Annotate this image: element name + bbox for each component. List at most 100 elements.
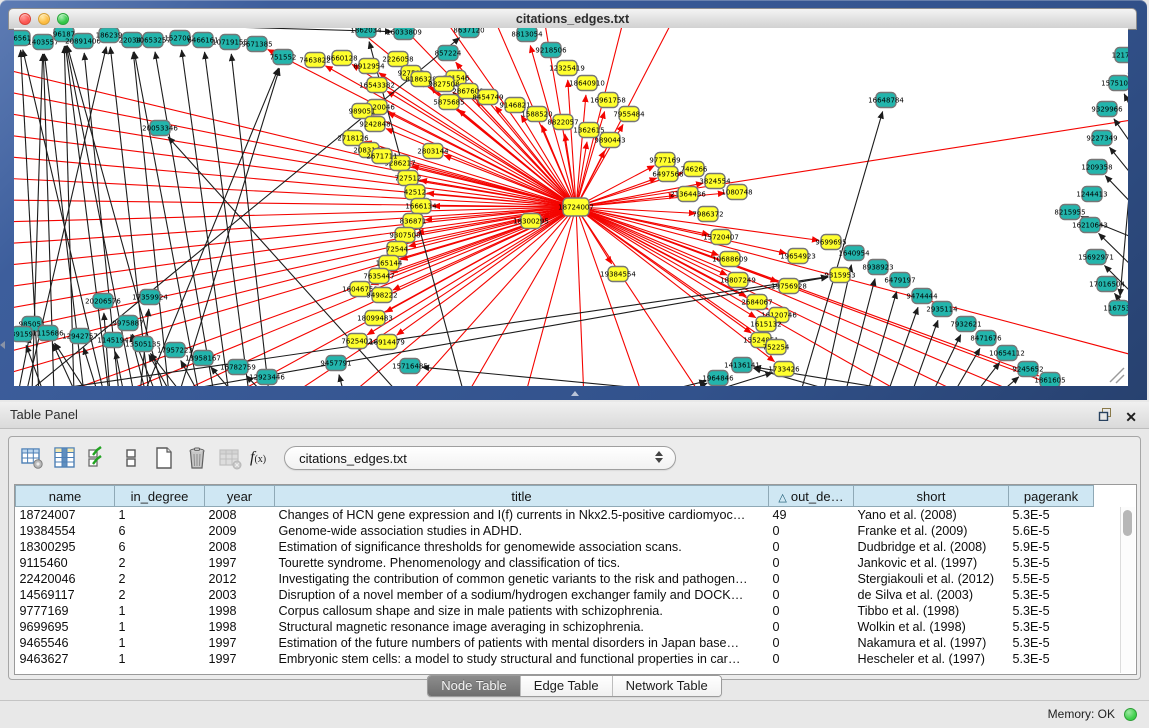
table-cell[interactable]: Estimation of significance thresholds fo… xyxy=(275,539,769,555)
table-cell[interactable]: 0 xyxy=(769,555,854,571)
table-cell[interactable]: 9115460 xyxy=(16,555,115,571)
resize-grip-icon[interactable] xyxy=(1110,368,1124,383)
table-scrollbar-thumb[interactable] xyxy=(1123,510,1132,536)
table-row[interactable]: 1830029562008Estimation of significance … xyxy=(16,539,1094,555)
table-cell[interactable]: 2008 xyxy=(205,539,275,555)
table-cell[interactable]: 9465546 xyxy=(16,635,115,651)
table-cell[interactable]: 2 xyxy=(115,571,205,587)
network-window-titlebar[interactable]: citations_edges.txt xyxy=(8,8,1137,30)
table-selector-dropdown[interactable]: citations_edges.txt xyxy=(284,446,676,470)
table-cell[interactable]: 0 xyxy=(769,523,854,539)
table-cell[interactable]: 1 xyxy=(115,651,205,667)
table-cell[interactable]: 14569117 xyxy=(16,587,115,603)
new-table-icon[interactable] xyxy=(151,445,177,471)
table-cell[interactable]: 1998 xyxy=(205,619,275,635)
table-scrollbar[interactable] xyxy=(1120,507,1135,673)
table-cell[interactable]: 0 xyxy=(769,571,854,587)
table-cell[interactable]: Genome-wide association studies in ADHD. xyxy=(275,523,769,539)
table-cell[interactable]: 19384554 xyxy=(16,523,115,539)
table-row[interactable]: 1938455462009Genome-wide association stu… xyxy=(16,523,1094,539)
table-row[interactable]: 911546021997Tourette syndrome. Phenomeno… xyxy=(16,555,1094,571)
table-cell[interactable]: 2008 xyxy=(205,507,275,523)
table-cell[interactable]: 0 xyxy=(769,587,854,603)
table-cell[interactable]: Hescheler et al. (1997) xyxy=(854,651,1009,667)
table-cell[interactable]: Yano et al. (2008) xyxy=(854,507,1009,523)
column-header-year[interactable]: year xyxy=(205,486,275,507)
tab-node-table[interactable]: Node Table xyxy=(428,676,521,696)
table-cell[interactable]: de Silva et al. (2003) xyxy=(854,587,1009,603)
table-cell[interactable]: 5.3E-5 xyxy=(1009,507,1094,523)
column-visibility-icon[interactable] xyxy=(52,445,78,471)
table-row[interactable]: 2242004622012Investigating the contribut… xyxy=(16,571,1094,587)
table-cell[interactable]: 1997 xyxy=(205,635,275,651)
table-cell[interactable]: 1997 xyxy=(205,555,275,571)
table-cell[interactable]: Jankovic et al. (1997) xyxy=(854,555,1009,571)
tab-edge-table[interactable]: Edge Table xyxy=(521,676,613,696)
table-cell[interactable]: 5.6E-5 xyxy=(1009,523,1094,539)
table-cell[interactable]: 5.3E-5 xyxy=(1009,635,1094,651)
table-cell[interactable]: 6 xyxy=(115,523,205,539)
table-cell[interactable]: 2009 xyxy=(205,523,275,539)
table-cell[interactable]: 2 xyxy=(115,587,205,603)
table-cell[interactable]: 0 xyxy=(769,635,854,651)
row-stack-icon[interactable] xyxy=(118,445,144,471)
table-cell[interactable]: 49 xyxy=(769,507,854,523)
table-row[interactable]: 946362711997Embryonic stem cells: a mode… xyxy=(16,651,1094,667)
table-cell[interactable]: 0 xyxy=(769,651,854,667)
delete-rows-trash-icon[interactable] xyxy=(184,445,210,471)
table-cell[interactable]: Structural magnetic resonance image aver… xyxy=(275,619,769,635)
column-header-short[interactable]: short xyxy=(854,486,1009,507)
table-cell[interactable]: 6 xyxy=(115,539,205,555)
table-cell[interactable]: 2012 xyxy=(205,571,275,587)
column-header-name[interactable]: name xyxy=(16,486,115,507)
table-cell[interactable]: Nakamura et al. (1997) xyxy=(854,635,1009,651)
table-cell[interactable]: 1 xyxy=(115,619,205,635)
close-panel-icon[interactable]: ✕ xyxy=(1125,409,1137,425)
table-cell[interactable]: 1997 xyxy=(205,651,275,667)
table-cell[interactable]: 18724007 xyxy=(16,507,115,523)
table-cell[interactable]: 9777169 xyxy=(16,603,115,619)
table-cell[interactable]: 1998 xyxy=(205,603,275,619)
table-settings-icon[interactable] xyxy=(19,445,45,471)
table-cell[interactable]: 9699695 xyxy=(16,619,115,635)
table-cell[interactable]: 18300295 xyxy=(16,539,115,555)
table-cell[interactable]: 2 xyxy=(115,555,205,571)
table-cell[interactable]: Investigating the contribution of common… xyxy=(275,571,769,587)
table-cell[interactable]: Tourette syndrome. Phenomenology and cla… xyxy=(275,555,769,571)
table-row[interactable]: 1872400712008Changes of HCN gene express… xyxy=(16,507,1094,523)
table-cell[interactable]: 0 xyxy=(769,619,854,635)
column-header-out_de[interactable]: △out_de… xyxy=(769,486,854,507)
splitter-handle-icon[interactable] xyxy=(571,391,579,396)
table-cell[interactable]: Franke et al. (2009) xyxy=(854,523,1009,539)
table-cell[interactable]: 5.3E-5 xyxy=(1009,619,1094,635)
network-canvas[interactable]: 1872400718300295193845549777169649756874… xyxy=(14,28,1128,386)
select-rows-icon[interactable] xyxy=(85,445,111,471)
table-row[interactable]: 1456911722003Disruption of a novel membe… xyxy=(16,587,1094,603)
table-row[interactable]: 977716911998Corpus callosum shape and si… xyxy=(16,603,1094,619)
column-header-pagerank[interactable]: pagerank xyxy=(1009,486,1094,507)
table-cell[interactable]: Dudbridge et al. (2008) xyxy=(854,539,1009,555)
table-cell[interactable]: Embryonic stem cells: a model to study s… xyxy=(275,651,769,667)
table-cell[interactable]: Tibbo et al. (1998) xyxy=(854,603,1009,619)
table-cell[interactable]: 22420046 xyxy=(16,571,115,587)
panel-collapse-arrow-icon[interactable] xyxy=(0,341,5,349)
column-header-title[interactable]: title xyxy=(275,486,769,507)
table-cell[interactable]: Estimation of the future numbers of pati… xyxy=(275,635,769,651)
table-cell[interactable]: 2003 xyxy=(205,587,275,603)
table-cell[interactable]: 1 xyxy=(115,603,205,619)
table-cell[interactable]: 5.3E-5 xyxy=(1009,587,1094,603)
table-cell[interactable]: 1 xyxy=(115,635,205,651)
table-cell[interactable]: 0 xyxy=(769,603,854,619)
table-cell[interactable]: Disruption of a novel member of a sodium… xyxy=(275,587,769,603)
table-cell[interactable]: 5.5E-5 xyxy=(1009,571,1094,587)
table-cell[interactable]: Wolkin et al. (1998) xyxy=(854,619,1009,635)
table-cell[interactable]: 5.3E-5 xyxy=(1009,555,1094,571)
table-cell[interactable]: 1 xyxy=(115,507,205,523)
table-cell[interactable]: 5.9E-5 xyxy=(1009,539,1094,555)
table-cell[interactable]: Corpus callosum shape and size in male p… xyxy=(275,603,769,619)
column-header-in_degree[interactable]: in_degree xyxy=(115,486,205,507)
function-builder-icon[interactable]: f(x) xyxy=(250,449,266,467)
table-row[interactable]: 969969511998Structural magnetic resonanc… xyxy=(16,619,1094,635)
table-cell[interactable]: Stergiakouli et al. (2012) xyxy=(854,571,1009,587)
table-cell[interactable]: 5.3E-5 xyxy=(1009,603,1094,619)
